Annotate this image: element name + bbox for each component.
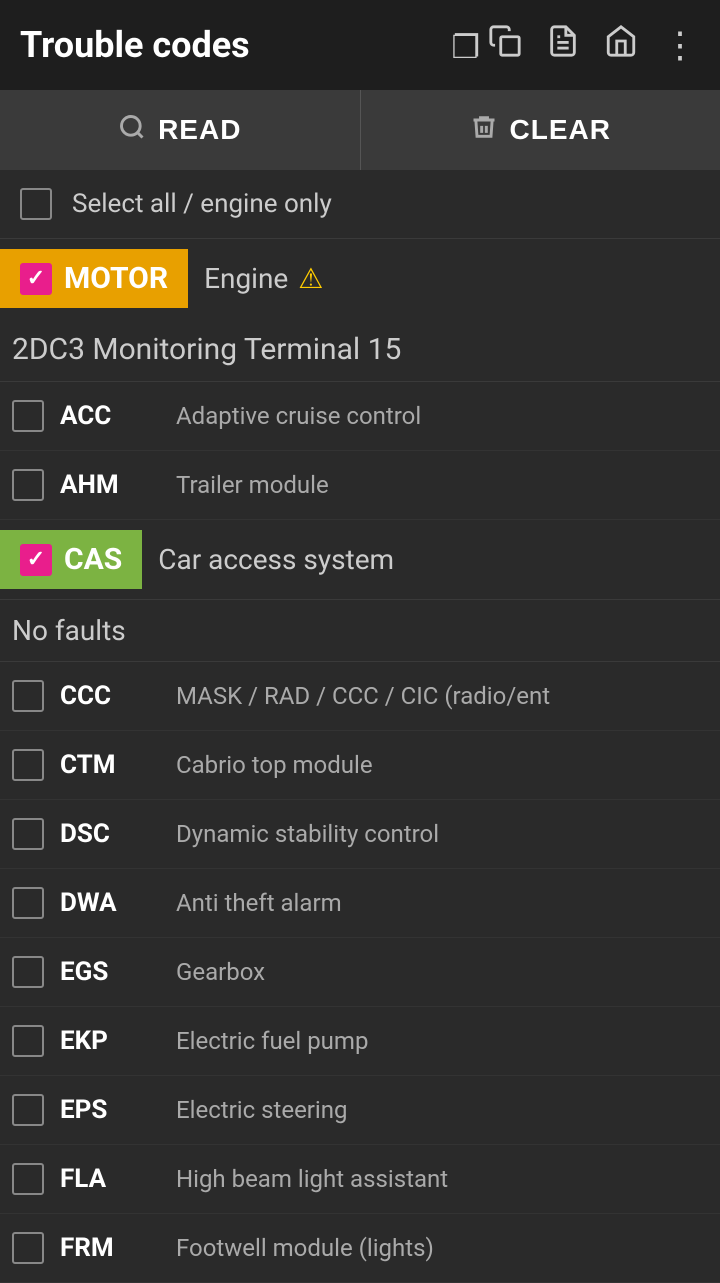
cas-checkbox[interactable] — [20, 544, 52, 576]
select-all-label: Select all / engine only — [72, 189, 332, 219]
select-all-row[interactable]: Select all / engine only — [0, 170, 720, 239]
list-item[interactable]: FRM Footwell module (lights) — [0, 1214, 720, 1283]
app-header: Trouble codes ❐ ⋮ — [0, 0, 720, 90]
no-faults-banner: No faults — [0, 599, 720, 662]
list-item[interactable]: CTM Cabrio top module — [0, 731, 720, 800]
cas-name: CAS — [64, 542, 122, 577]
motor-module: MOTOR Engine ⚠ 2DC3 Monitoring Terminal … — [0, 239, 720, 520]
list-item[interactable]: ACC Adaptive cruise control — [0, 382, 720, 451]
motor-name: MOTOR — [64, 261, 168, 296]
ccc-checkbox[interactable] — [12, 680, 44, 712]
item-code: DSC — [60, 819, 160, 849]
frm-checkbox[interactable] — [12, 1232, 44, 1264]
item-desc: Anti theft alarm — [176, 889, 708, 917]
cas-tag[interactable]: CAS — [0, 530, 142, 589]
fla-checkbox[interactable] — [12, 1163, 44, 1195]
list-item[interactable]: DWA Anti theft alarm — [0, 869, 720, 938]
motor-desc: Engine ⚠ — [204, 262, 323, 295]
ekp-checkbox[interactable] — [12, 1025, 44, 1057]
trash-icon — [470, 113, 498, 148]
item-code: FLA — [60, 1164, 160, 1194]
clear-label: CLEAR — [510, 114, 611, 146]
list-item[interactable]: CCC MASK / RAD / CCC / CIC (radio/ent — [0, 662, 720, 731]
item-desc: Electric steering — [176, 1096, 708, 1124]
search-icon — [118, 113, 146, 148]
list-item[interactable]: DSC Dynamic stability control — [0, 800, 720, 869]
cas-module: CAS Car access system No faults CCC MASK… — [0, 520, 720, 1283]
app-title: Trouble codes — [20, 24, 431, 66]
item-desc: Gearbox — [176, 958, 708, 986]
list-item[interactable]: EKP Electric fuel pump — [0, 1007, 720, 1076]
list-item[interactable]: AHM Trailer module — [0, 451, 720, 520]
item-code: EPS — [60, 1095, 160, 1125]
item-desc: High beam light assistant — [176, 1165, 708, 1193]
header-icons: ❐ ⋮ — [451, 24, 700, 66]
item-desc: Footwell module (lights) — [176, 1234, 708, 1262]
dsc-checkbox[interactable] — [12, 818, 44, 850]
item-desc: Cabrio top module — [176, 751, 708, 779]
item-code: DWA — [60, 888, 160, 918]
motor-tag[interactable]: MOTOR — [0, 249, 188, 308]
cas-desc: Car access system — [158, 543, 394, 576]
home-icon[interactable] — [604, 24, 638, 66]
list-item[interactable]: FLA High beam light assistant — [0, 1145, 720, 1214]
acc-checkbox[interactable] — [12, 400, 44, 432]
monitor-header: 2DC3 Monitoring Terminal 15 — [0, 318, 720, 382]
warning-icon: ⚠ — [298, 262, 323, 295]
item-desc: Adaptive cruise control — [176, 402, 708, 430]
copy-icon[interactable]: ❐ — [451, 24, 522, 66]
item-desc: Trailer module — [176, 471, 708, 499]
ahm-checkbox[interactable] — [12, 469, 44, 501]
select-all-checkbox[interactable] — [20, 188, 52, 220]
item-code: FRM — [60, 1233, 160, 1263]
item-code: AHM — [60, 470, 160, 500]
eps-checkbox[interactable] — [12, 1094, 44, 1126]
motor-checkbox[interactable] — [20, 263, 52, 295]
list-item[interactable]: EPS Electric steering — [0, 1076, 720, 1145]
list-item[interactable]: EGS Gearbox — [0, 938, 720, 1007]
more-icon[interactable]: ⋮ — [662, 24, 700, 66]
item-code: EKP — [60, 1026, 160, 1056]
cas-module-header: CAS Car access system — [0, 520, 720, 599]
document-icon[interactable] — [546, 24, 580, 66]
item-desc: Electric fuel pump — [176, 1027, 708, 1055]
clear-button[interactable]: CLEAR — [361, 90, 720, 170]
egs-checkbox[interactable] — [12, 956, 44, 988]
item-desc: MASK / RAD / CCC / CIC (radio/ent — [176, 682, 708, 710]
motor-module-header: MOTOR Engine ⚠ — [0, 239, 720, 318]
item-code: EGS — [60, 957, 160, 987]
item-code: CCC — [60, 681, 160, 711]
action-bar: READ CLEAR — [0, 90, 720, 170]
ctm-checkbox[interactable] — [12, 749, 44, 781]
item-code: CTM — [60, 750, 160, 780]
item-code: ACC — [60, 401, 160, 431]
dwa-checkbox[interactable] — [12, 887, 44, 919]
read-label: READ — [158, 114, 241, 146]
item-desc: Dynamic stability control — [176, 820, 708, 848]
read-button[interactable]: READ — [0, 90, 361, 170]
